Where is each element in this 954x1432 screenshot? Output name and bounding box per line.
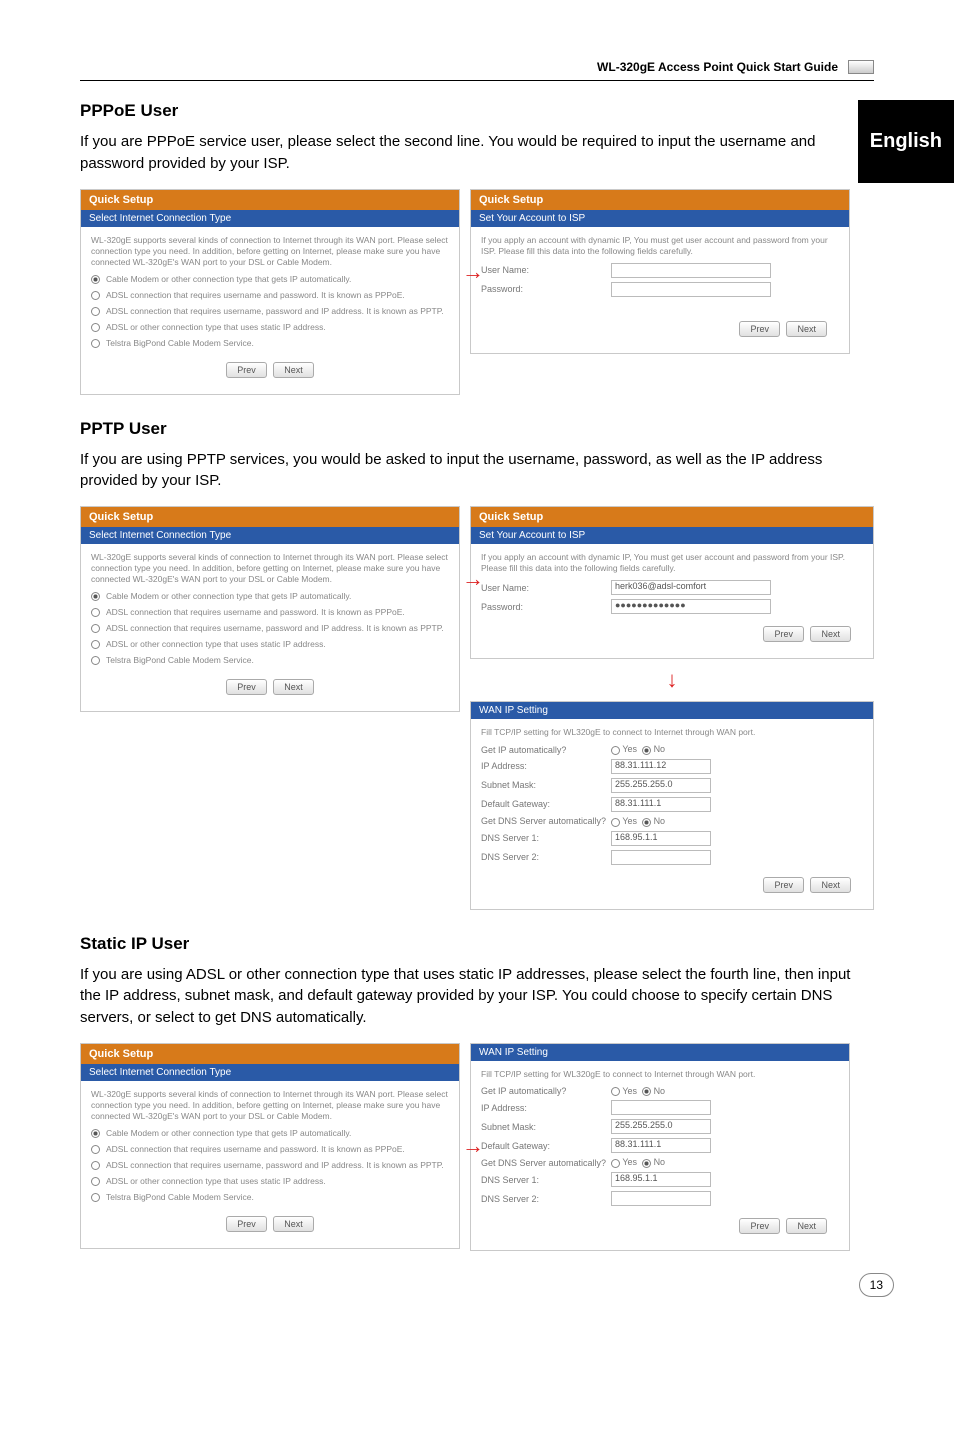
dns1-input[interactable]: 168.95.1.1 (611, 1172, 711, 1187)
next-button[interactable]: Next (786, 1218, 827, 1234)
next-button[interactable]: Next (810, 877, 851, 893)
radio-opt[interactable] (91, 275, 100, 284)
static-body: If you are using ADSL or other connectio… (80, 964, 874, 1029)
pppoe-left-panel: Quick Setup Select Internet Connection T… (80, 189, 460, 395)
username-input[interactable]: herk036@adsl-comfort (611, 580, 771, 595)
ip-input[interactable] (611, 1100, 711, 1115)
radio-opt[interactable] (91, 592, 100, 601)
page-number: 13 (859, 1273, 894, 1297)
next-button[interactable]: Next (273, 679, 314, 695)
dns1-input[interactable]: 168.95.1.1 (611, 831, 711, 846)
panel-intro: WL-320gE supports several kinds of conne… (91, 235, 449, 268)
subnet-input[interactable]: 255.255.255.0 (611, 778, 711, 793)
password-input[interactable]: ●●●●●●●●●●●●● (611, 599, 771, 614)
radio-yes[interactable] (611, 1087, 620, 1096)
panel-subtitle: WAN IP Setting (471, 1044, 849, 1061)
next-button[interactable]: Next (810, 626, 851, 642)
pppoe-body: If you are PPPoE service user, please se… (80, 131, 874, 175)
dns2-input[interactable] (611, 850, 711, 865)
pptp-right-top-panel: Quick Setup Set Your Account to ISP If y… (470, 506, 874, 659)
prev-button[interactable]: Prev (763, 626, 804, 642)
radio-opt[interactable] (91, 307, 100, 316)
panel-intro: WL-320gE supports several kinds of conne… (91, 1089, 449, 1122)
next-button[interactable]: Next (273, 362, 314, 378)
pptp-left-panel: Quick Setup Select Internet Connection T… (80, 506, 460, 712)
radio-opt[interactable] (91, 291, 100, 300)
radio-yes[interactable] (611, 1159, 620, 1168)
static-left-panel: Quick Setup Select Internet Connection T… (80, 1043, 460, 1249)
pppoe-right-panel: Quick Setup Set Your Account to ISP If y… (470, 189, 850, 354)
panel-title: Quick Setup (81, 190, 459, 210)
radio-no[interactable] (642, 1159, 651, 1168)
gateway-input[interactable]: 88.31.111.1 (611, 797, 711, 812)
prev-button[interactable]: Prev (226, 1216, 267, 1232)
subnet-input[interactable]: 255.255.255.0 (611, 1119, 711, 1134)
radio-opt[interactable] (91, 640, 100, 649)
gateway-input[interactable]: 88.31.111.1 (611, 1138, 711, 1153)
radio-opt[interactable] (91, 608, 100, 617)
radio-no[interactable] (642, 1087, 651, 1096)
radio-opt[interactable] (91, 1129, 100, 1138)
next-button[interactable]: Next (786, 321, 827, 337)
next-button[interactable]: Next (273, 1216, 314, 1232)
prev-button[interactable]: Prev (739, 321, 780, 337)
prev-button[interactable]: Prev (226, 679, 267, 695)
static-right-panel: WAN IP Setting Fill TCP/IP setting for W… (470, 1043, 850, 1251)
panel-title: Quick Setup (471, 190, 849, 210)
panel-subtitle: Set Your Account to ISP (471, 527, 873, 544)
arrow-icon: → (462, 259, 484, 285)
device-icon (848, 60, 874, 74)
dns2-input[interactable] (611, 1191, 711, 1206)
arrow-down-icon: ↓ (667, 667, 678, 692)
username-input[interactable] (611, 263, 771, 278)
pppoe-heading: PPPoE User (80, 101, 874, 121)
prev-button[interactable]: Prev (763, 877, 804, 893)
radio-opt[interactable] (91, 323, 100, 332)
radio-opt[interactable] (91, 1193, 100, 1202)
pptp-heading: PPTP User (80, 419, 874, 439)
panel-intro: Fill TCP/IP setting for WL320gE to conne… (481, 727, 863, 738)
radio-opt[interactable] (91, 656, 100, 665)
pptp-right-bottom-panel: WAN IP Setting Fill TCP/IP setting for W… (470, 701, 874, 909)
static-heading: Static IP User (80, 934, 874, 954)
panel-intro: If you apply an account with dynamic IP,… (481, 552, 863, 574)
ip-input[interactable]: 88.31.111.12 (611, 759, 711, 774)
radio-yes[interactable] (611, 818, 620, 827)
radio-no[interactable] (642, 746, 651, 755)
radio-opt[interactable] (91, 624, 100, 633)
prev-button[interactable]: Prev (226, 362, 267, 378)
page-header: WL-320gE Access Point Quick Start Guide (80, 60, 874, 81)
panel-subtitle: Select Internet Connection Type (81, 210, 459, 227)
radio-opt[interactable] (91, 339, 100, 348)
panel-subtitle: Set Your Account to ISP (471, 210, 849, 227)
panel-title: Quick Setup (471, 507, 873, 527)
radio-opt[interactable] (91, 1161, 100, 1170)
arrow-icon: → (462, 1133, 484, 1159)
radio-yes[interactable] (611, 746, 620, 755)
panel-intro: WL-320gE supports several kinds of conne… (91, 552, 449, 585)
pptp-body: If you are using PPTP services, you woul… (80, 449, 874, 493)
panel-intro: Fill TCP/IP setting for WL320gE to conne… (481, 1069, 839, 1080)
panel-title: Quick Setup (81, 1044, 459, 1064)
radio-opt[interactable] (91, 1145, 100, 1154)
guide-title: WL-320gE Access Point Quick Start Guide (597, 60, 838, 74)
panel-subtitle: Select Internet Connection Type (81, 527, 459, 544)
panel-title: Quick Setup (81, 507, 459, 527)
panel-subtitle: WAN IP Setting (471, 702, 873, 719)
panel-intro: If you apply an account with dynamic IP,… (481, 235, 839, 257)
panel-subtitle: Select Internet Connection Type (81, 1064, 459, 1081)
radio-opt[interactable] (91, 1177, 100, 1186)
prev-button[interactable]: Prev (739, 1218, 780, 1234)
radio-no[interactable] (642, 818, 651, 827)
password-input[interactable] (611, 282, 771, 297)
